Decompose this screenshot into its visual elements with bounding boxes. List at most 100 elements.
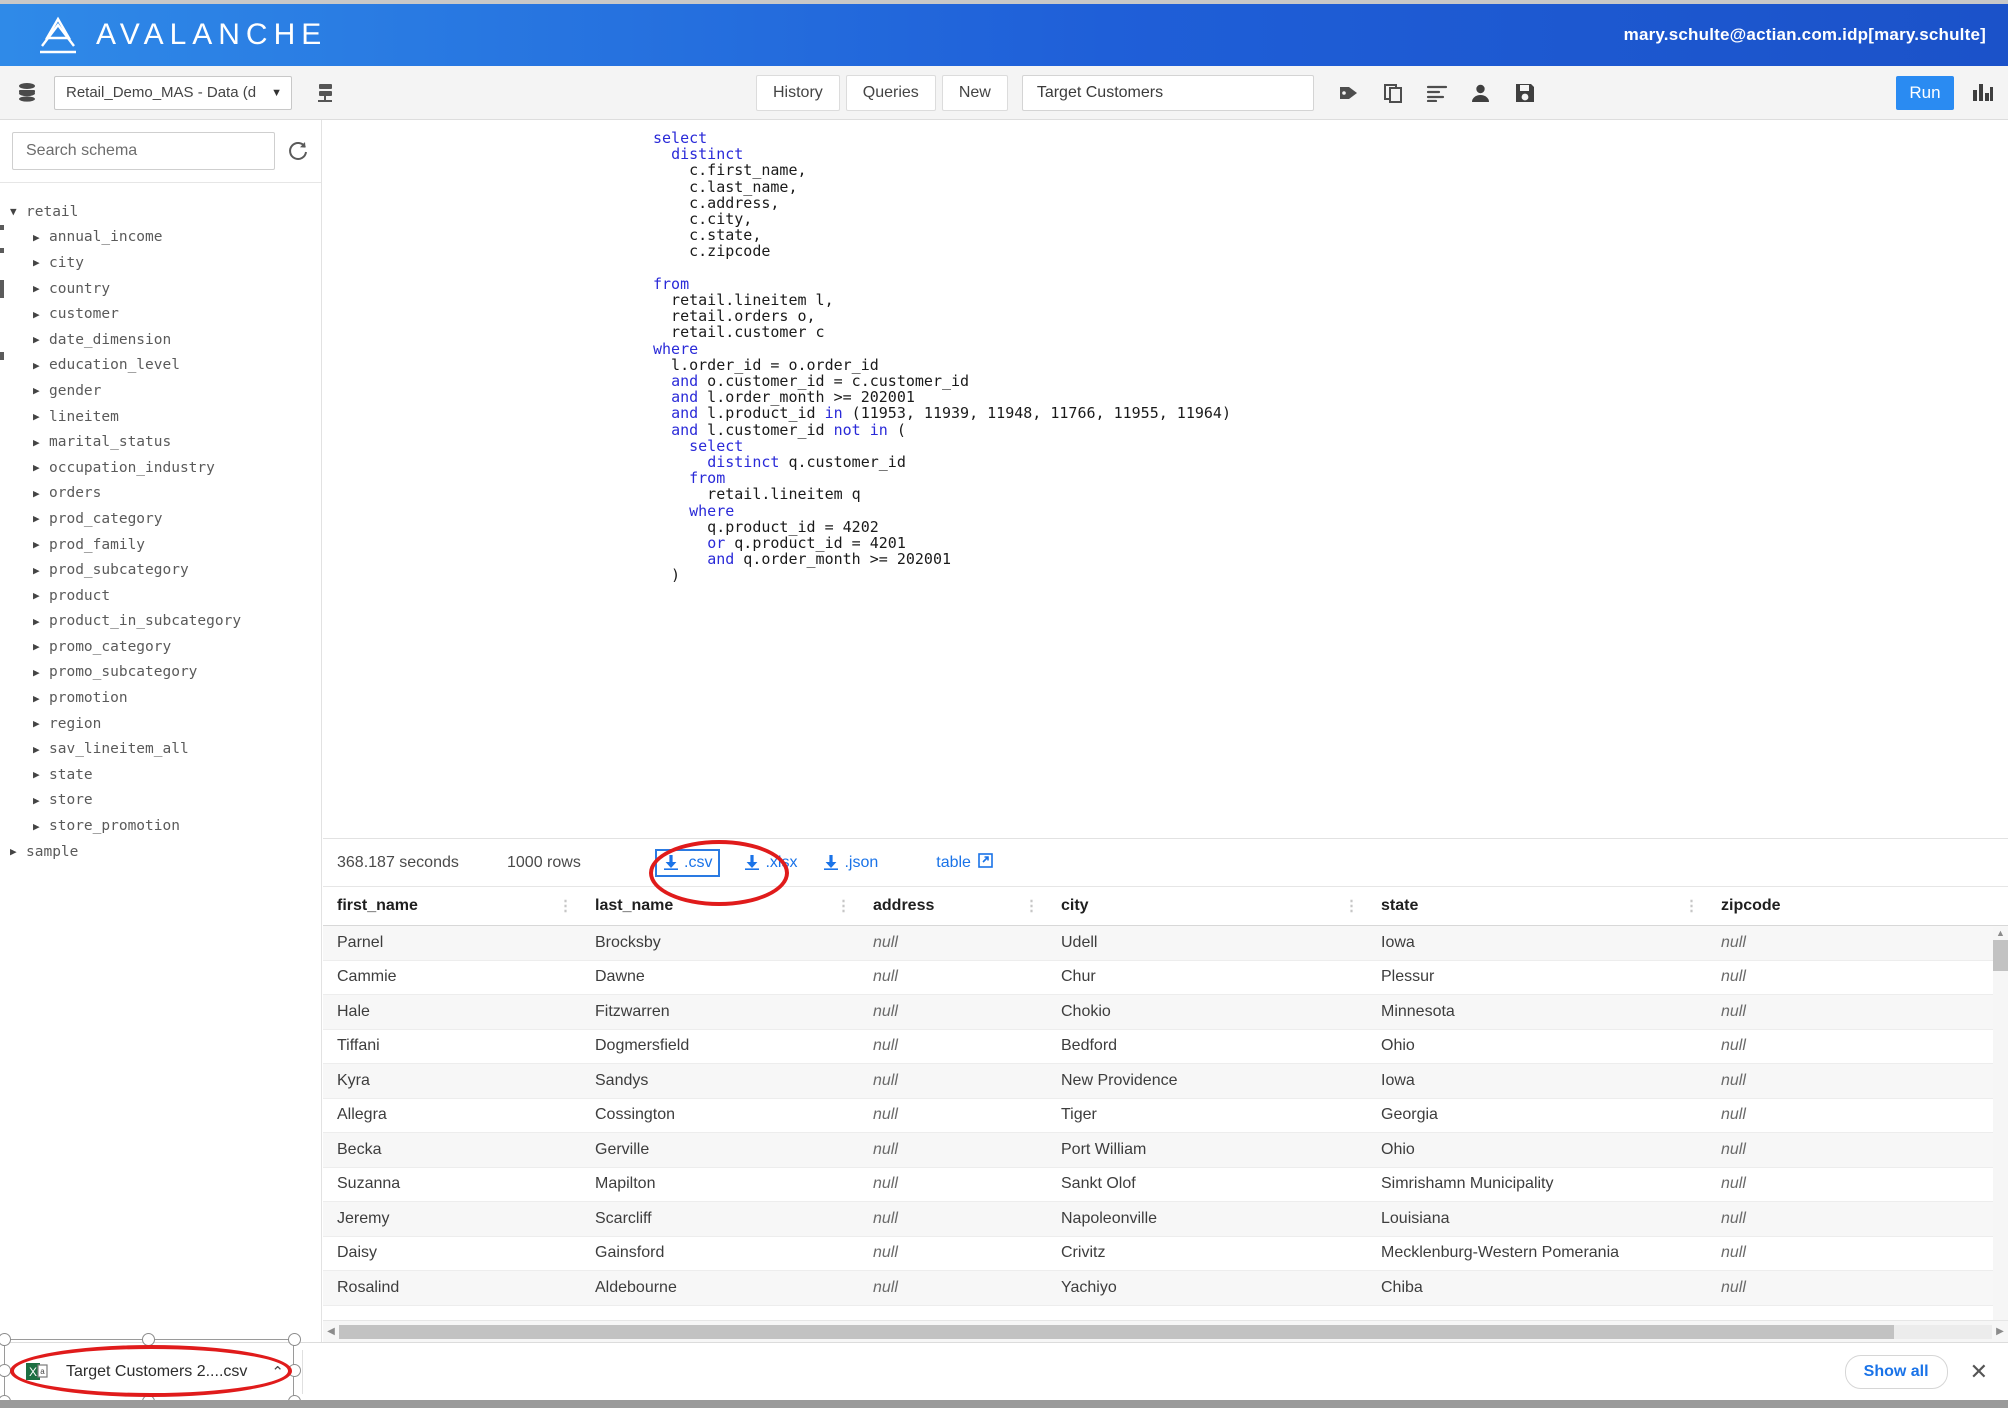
- search-input[interactable]: Search schema: [12, 132, 275, 170]
- sql-code[interactable]: select distinct c.first_name, c.last_nam…: [323, 120, 2008, 584]
- chevron-right-icon[interactable]: ▶: [33, 487, 49, 500]
- table-row[interactable]: Cammie Dawne null Chur Plessur null: [323, 961, 2008, 995]
- chevron-right-icon[interactable]: ▶: [33, 308, 49, 321]
- schema-tree-item-prod_subcategory[interactable]: ▶ prod_subcategory: [0, 557, 321, 583]
- show-all-button[interactable]: Show all: [1844, 1354, 1948, 1389]
- results-vertical-scrollbar[interactable]: ▲: [1993, 927, 2008, 1327]
- schema-tree-item-prod_category[interactable]: ▶ prod_category: [0, 506, 321, 532]
- schema-tree-item-date_dimension[interactable]: ▶ date_dimension: [0, 327, 321, 353]
- column-header-first_name[interactable]: first_name: [323, 897, 581, 915]
- schema-tree-item-state[interactable]: ▶ state: [0, 762, 321, 788]
- history-button[interactable]: History: [756, 75, 840, 111]
- database-select[interactable]: Retail_Demo_MAS - Data (d ▼: [54, 75, 292, 110]
- chevron-right-icon[interactable]: ▶: [33, 410, 49, 423]
- column-header-city[interactable]: city: [1047, 897, 1367, 915]
- chevron-right-icon[interactable]: ▶: [33, 743, 49, 756]
- chevron-right-icon[interactable]: ▶: [33, 666, 49, 679]
- column-header-last_name[interactable]: last_name: [581, 897, 859, 915]
- schema-tree-item-gender[interactable]: ▶ gender: [0, 378, 321, 404]
- schema-tree-item-annual_income[interactable]: ▶ annual_income: [0, 225, 321, 251]
- table-row[interactable]: Parnel Brocksby null Udell Iowa null: [323, 926, 2008, 961]
- schema-tree-item-promotion[interactable]: ▶ promotion: [0, 685, 321, 711]
- schema-tree-item-city[interactable]: ▶ city: [0, 250, 321, 276]
- chevron-right-icon[interactable]: ▶: [33, 333, 49, 346]
- schema-tree-item-orders[interactable]: ▶ orders: [0, 481, 321, 507]
- table-row[interactable]: Hale Fitzwarren null Chokio Minnesota null: [323, 995, 2008, 1030]
- export-xlsx-button[interactable]: .xlsx: [744, 854, 797, 872]
- close-icon[interactable]: ✕: [1970, 1359, 1988, 1385]
- tag-icon[interactable]: [1338, 82, 1360, 104]
- chevron-right-icon[interactable]: ▶: [33, 564, 49, 577]
- table-row[interactable]: Becka Gerville null Port William Ohio null: [323, 1133, 2008, 1168]
- chevron-right-icon[interactable]: ▶: [33, 512, 49, 525]
- user-identity[interactable]: mary.schulte@actian.com.idp[mary.schulte…: [1624, 25, 1986, 45]
- table-row[interactable]: Jeremy Scarcliff null Napoleonville Louisian…: [323, 1202, 2008, 1237]
- run-button[interactable]: Run: [1896, 76, 1954, 110]
- query-name-input[interactable]: Target Customers: [1021, 75, 1314, 111]
- export-csv-button[interactable]: .csv: [654, 848, 721, 877]
- schema-tree-item-retail[interactable]: ▼ retail: [0, 199, 321, 225]
- chevron-right-icon[interactable]: ▶: [33, 640, 49, 653]
- table-row[interactable]: Tiffani Dogmersfield null Bedford Ohio null: [323, 1030, 2008, 1064]
- chevron-right-icon[interactable]: ▶: [33, 538, 49, 551]
- selection-handle[interactable]: [142, 1333, 155, 1346]
- chevron-right-icon[interactable]: ▶: [33, 461, 49, 474]
- results-grid[interactable]: first_namelast_nameaddresscitystatezipco…: [323, 887, 2008, 1306]
- chevron-right-icon[interactable]: ▶: [33, 359, 49, 372]
- save-icon[interactable]: [1514, 82, 1536, 104]
- table-row[interactable]: Daisy Gainsford null Crivitz Mecklenburg-Wes…: [323, 1237, 2008, 1271]
- schema-tree-item-promo_subcategory[interactable]: ▶ promo_subcategory: [0, 660, 321, 686]
- sql-editor[interactable]: select distinct c.first_name, c.last_nam…: [323, 120, 2008, 838]
- new-query-button[interactable]: New: [941, 75, 1008, 111]
- chevron-right-icon[interactable]: ▶: [33, 794, 49, 807]
- table-row[interactable]: Kyra Sandys null New Providence Iowa null: [323, 1064, 2008, 1099]
- table-row[interactable]: Allegra Cossington null Tiger Georgia null: [323, 1099, 2008, 1133]
- copy-icon[interactable]: [1382, 82, 1404, 104]
- schema-tree-item-prod_family[interactable]: ▶ prod_family: [0, 532, 321, 558]
- table-row[interactable]: Suzanna Mapilton null Sankt Olof Simrishamn …: [323, 1168, 2008, 1202]
- schema-tree-item-product[interactable]: ▶ product: [0, 583, 321, 609]
- bar-chart-icon[interactable]: [1972, 81, 1994, 106]
- chevron-right-icon[interactable]: ▶: [33, 820, 49, 833]
- scroll-up-icon[interactable]: ▲: [1993, 927, 2008, 939]
- chevron-right-icon[interactable]: ▶: [33, 436, 49, 449]
- column-header-state[interactable]: state: [1367, 897, 1707, 915]
- queries-button[interactable]: Queries: [845, 75, 936, 111]
- selection-handle[interactable]: [288, 1333, 301, 1346]
- chevron-right-icon[interactable]: ▶: [33, 692, 49, 705]
- download-item[interactable]: X a Target Customers 2....csv ⌃: [14, 1349, 303, 1394]
- table-row[interactable]: Rosalind Aldebourne null Yachiyo Chiba null: [323, 1271, 2008, 1306]
- schema-tree-item-education_level[interactable]: ▶ education_level: [0, 353, 321, 379]
- schema-tree-item-store[interactable]: ▶ store: [0, 788, 321, 814]
- chevron-right-icon[interactable]: ▶: [33, 768, 49, 781]
- scroll-left-icon[interactable]: ◀: [323, 1326, 339, 1337]
- horizontal-scroll-thumb[interactable]: [339, 1324, 1894, 1339]
- results-horizontal-scrollbar[interactable]: ◀ ▶: [323, 1320, 2008, 1342]
- table-view-link[interactable]: table: [936, 852, 993, 873]
- format-align-icon[interactable]: [1426, 82, 1448, 104]
- chevron-right-icon[interactable]: ▶: [33, 717, 49, 730]
- chevron-up-icon[interactable]: ⌃: [271, 1363, 284, 1381]
- scroll-right-icon[interactable]: ▶: [1992, 1326, 2008, 1337]
- refresh-icon[interactable]: [285, 138, 311, 164]
- horizontal-scroll-track[interactable]: [339, 1324, 1992, 1339]
- schema-tree-item-sav_lineitem_all[interactable]: ▶ sav_lineitem_all: [0, 736, 321, 762]
- column-header-address[interactable]: address: [859, 897, 1047, 915]
- schema-tree-item-lineitem[interactable]: ▶ lineitem: [0, 404, 321, 430]
- chevron-right-icon[interactable]: ▶: [33, 282, 49, 295]
- export-json-button[interactable]: .json: [823, 854, 878, 872]
- selection-handle[interactable]: [288, 1364, 301, 1377]
- chevron-right-icon[interactable]: ▶: [33, 615, 49, 628]
- server-icon[interactable]: [312, 82, 338, 104]
- schema-tree-item-marital_status[interactable]: ▶ marital_status: [0, 429, 321, 455]
- schema-tree-item-promo_category[interactable]: ▶ promo_category: [0, 634, 321, 660]
- schema-tree-item-store_promotion[interactable]: ▶ store_promotion: [0, 813, 321, 839]
- schema-tree-item-region[interactable]: ▶ region: [0, 711, 321, 737]
- schema-tree-item-customer[interactable]: ▶ customer: [0, 301, 321, 327]
- chevron-right-icon[interactable]: ▶: [33, 589, 49, 602]
- schema-tree-item-sample[interactable]: ▶ sample: [0, 839, 321, 865]
- chevron-down-icon[interactable]: ▼: [10, 205, 26, 218]
- vertical-scroll-thumb[interactable]: [1993, 940, 2008, 971]
- column-header-zipcode[interactable]: zipcode: [1707, 897, 2007, 915]
- schema-tree-item-product_in_subcategory[interactable]: ▶ product_in_subcategory: [0, 609, 321, 635]
